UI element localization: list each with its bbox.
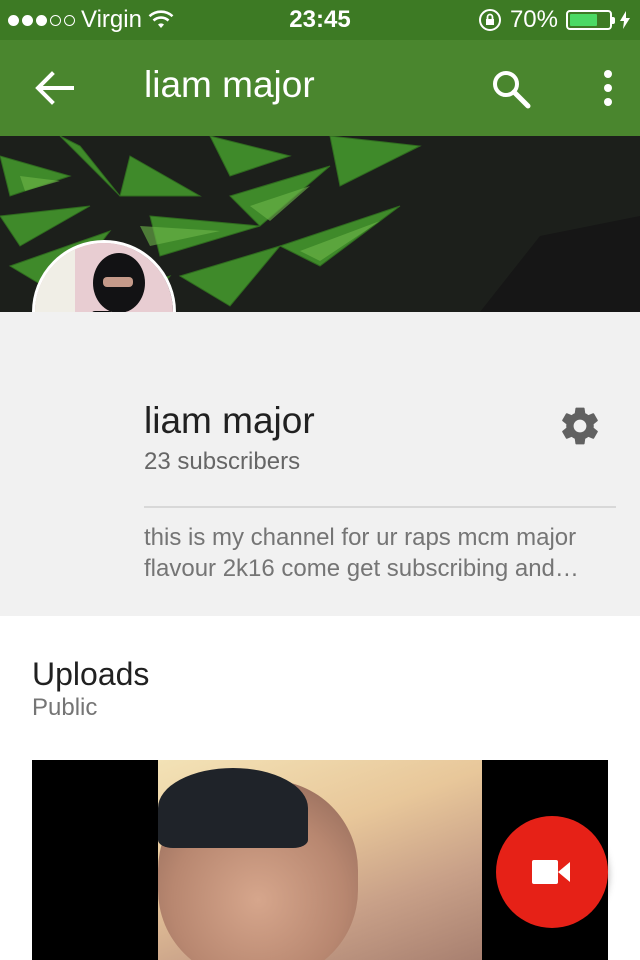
battery-percent: 70% bbox=[509, 6, 558, 33]
record-video-button[interactable] bbox=[496, 816, 608, 928]
gear-icon[interactable] bbox=[558, 404, 602, 448]
channel-description[interactable]: this is my channel for ur raps mcm major… bbox=[144, 522, 624, 584]
battery-icon bbox=[566, 10, 615, 30]
battery-group: 70% bbox=[478, 6, 630, 34]
channel-name: liam major bbox=[144, 400, 315, 441]
video-camera-icon bbox=[532, 860, 570, 884]
divider bbox=[144, 506, 616, 508]
video-frame bbox=[158, 760, 482, 960]
description-line: this is my channel for ur raps mcm major bbox=[144, 524, 577, 551]
rotation-lock-icon bbox=[478, 9, 501, 31]
description-line: flavour 2k16 come get subscribing and… bbox=[144, 555, 579, 582]
more-vertical-icon[interactable] bbox=[590, 66, 626, 110]
subscriber-count: 23 subscribers bbox=[144, 448, 301, 475]
battery-fill bbox=[570, 14, 597, 26]
uploads-visibility: Public bbox=[32, 694, 98, 721]
app-bar-title: liam major bbox=[144, 64, 315, 105]
status-bar: Virgin 23:45 70% bbox=[0, 0, 640, 40]
arrow-left-icon[interactable] bbox=[32, 68, 76, 108]
search-icon[interactable] bbox=[490, 68, 532, 110]
charging-icon bbox=[620, 11, 630, 29]
video-cap bbox=[158, 768, 308, 848]
uploads-heading: Uploads bbox=[32, 656, 150, 692]
app-bar: liam major bbox=[0, 40, 640, 136]
channel-info: liam major 23 subscribers this is my cha… bbox=[0, 312, 640, 616]
